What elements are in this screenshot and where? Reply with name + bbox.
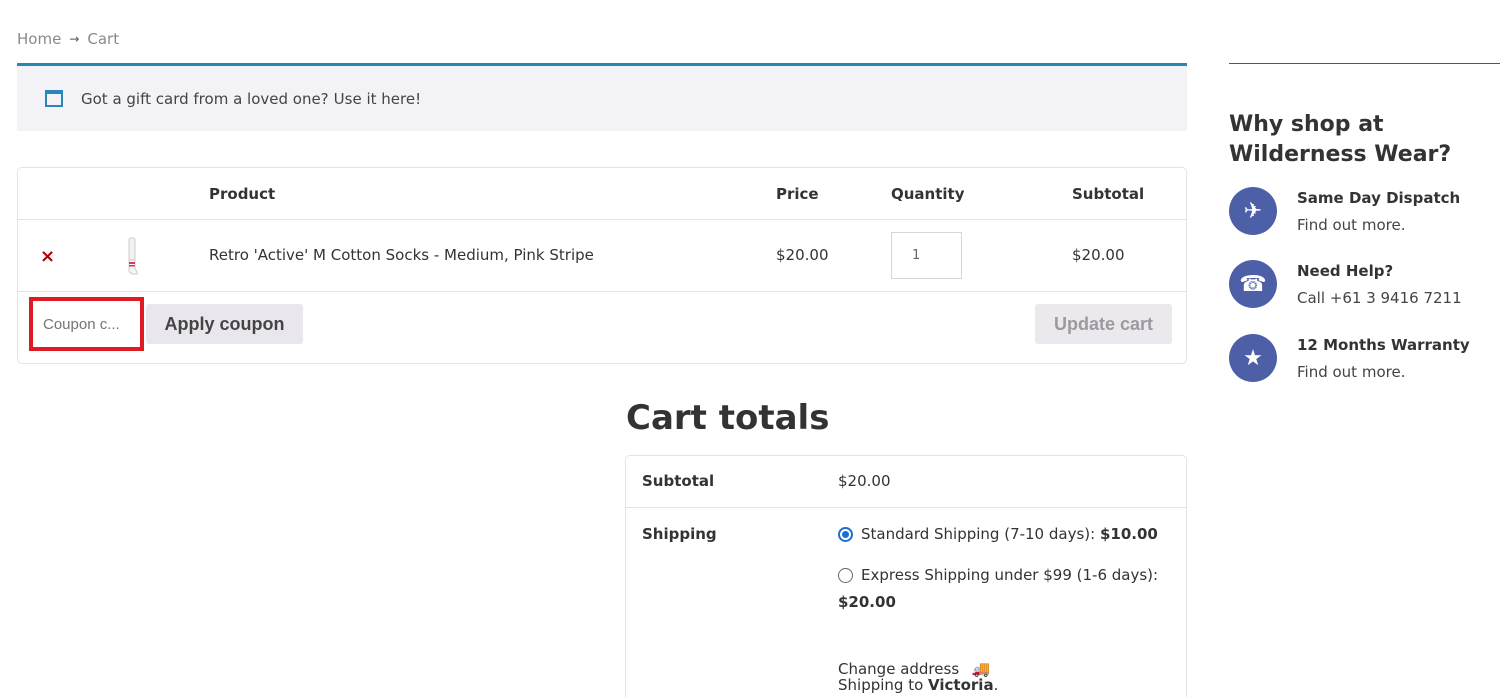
radio-express-shipping[interactable] xyxy=(838,568,853,583)
totals-subtotal-row: Subtotal $20.00 xyxy=(626,456,1186,508)
remove-item-icon[interactable]: × xyxy=(40,246,55,267)
star-icon: ★ xyxy=(1229,334,1277,382)
perk-same-day-dispatch[interactable]: ✈ Same Day Dispatch Find out more. xyxy=(1229,187,1500,237)
header-product: Product xyxy=(209,185,276,203)
express-shipping-label: Express Shipping under $99 (1-6 days): xyxy=(861,566,1159,584)
item-price: $20.00 xyxy=(776,246,829,264)
perk-title: Need Help? xyxy=(1297,262,1394,280)
radio-standard-shipping[interactable] xyxy=(838,527,853,542)
change-address-text[interactable]: Change address xyxy=(838,660,959,678)
quantity-input[interactable] xyxy=(891,232,962,279)
plane-icon: ✈ xyxy=(1229,187,1277,235)
product-name-link[interactable]: Retro 'Active' M Cotton Socks - Medium, … xyxy=(209,246,594,264)
totals-subtotal-label: Subtotal xyxy=(642,472,715,490)
coupon-code-input[interactable] xyxy=(35,305,135,343)
sidebar-title: Why shop at Wilderness Wear? xyxy=(1229,112,1452,167)
perk-title: 12 Months Warranty xyxy=(1297,336,1470,354)
header-quantity: Quantity xyxy=(891,185,965,203)
cart-actions: Apply coupon Update cart xyxy=(18,292,1186,363)
breadcrumb-separator: → xyxy=(69,32,80,46)
cart-totals-title: Cart totals xyxy=(626,398,830,438)
breadcrumb-current: Cart xyxy=(87,30,120,48)
shipping-option-express[interactable]: Express Shipping under $99 (1-6 days): $… xyxy=(838,562,1173,616)
perk-subtitle[interactable]: Find out more. xyxy=(1297,216,1405,234)
change-address-link[interactable]: Change address 🚚 xyxy=(838,660,991,678)
product-thumbnail[interactable] xyxy=(121,236,145,276)
standard-shipping-label: Standard Shipping (7-10 days): xyxy=(861,525,1096,543)
shipping-option-standard[interactable]: Standard Shipping (7-10 days): $10.00 xyxy=(838,525,1158,543)
shipping-to-prefix: Shipping to xyxy=(838,676,924,694)
sidebar-divider xyxy=(1229,63,1500,64)
notice-text: Got a gift card from a loved one? xyxy=(81,89,329,108)
shipping-to-region: Victoria xyxy=(928,676,994,694)
header-price: Price xyxy=(776,185,819,203)
cart-table-header: Product Price Quantity Subtotal xyxy=(18,168,1186,220)
perk-subtitle[interactable]: Call +61 3 9416 7211 xyxy=(1297,289,1462,307)
apply-coupon-button[interactable]: Apply coupon xyxy=(146,304,303,344)
truck-icon: 🚚 xyxy=(971,660,991,678)
gift-card-notice: Got a gift card from a loved one? Use it… xyxy=(17,63,1187,131)
breadcrumb: Home → Cart xyxy=(17,30,119,48)
breadcrumb-home-link[interactable]: Home xyxy=(17,30,61,48)
cart-item-row: × Retro 'Active' M Cotton Socks - Medium… xyxy=(18,220,1186,292)
item-subtotal: $20.00 xyxy=(1072,246,1125,264)
shipping-destination: Shipping to Victoria. xyxy=(838,676,999,694)
shipping-option-express-text: Express Shipping under $99 (1-6 days): $… xyxy=(838,562,1159,616)
window-icon xyxy=(45,90,63,107)
express-shipping-price: $20.00 xyxy=(838,593,896,611)
perk-warranty[interactable]: ★ 12 Months Warranty Find out more. xyxy=(1229,334,1500,384)
update-cart-button[interactable]: Update cart xyxy=(1035,304,1172,344)
perk-subtitle[interactable]: Find out more. xyxy=(1297,363,1405,381)
perk-title: Same Day Dispatch xyxy=(1297,189,1461,207)
phone-icon: ☎ xyxy=(1229,260,1277,308)
totals-shipping-label: Shipping xyxy=(642,525,717,543)
gift-card-link[interactable]: Use it here! xyxy=(334,90,421,108)
cart-table: Product Price Quantity Subtotal × Retro … xyxy=(17,167,1187,364)
totals-subtotal-value: $20.00 xyxy=(838,472,891,490)
standard-shipping-price: $10.00 xyxy=(1099,525,1158,543)
header-subtotal: Subtotal xyxy=(1072,185,1145,203)
perk-need-help[interactable]: ☎ Need Help? Call +61 3 9416 7211 xyxy=(1229,260,1500,310)
shipping-option-standard-text: Standard Shipping (7-10 days): $10.00 xyxy=(861,525,1158,543)
